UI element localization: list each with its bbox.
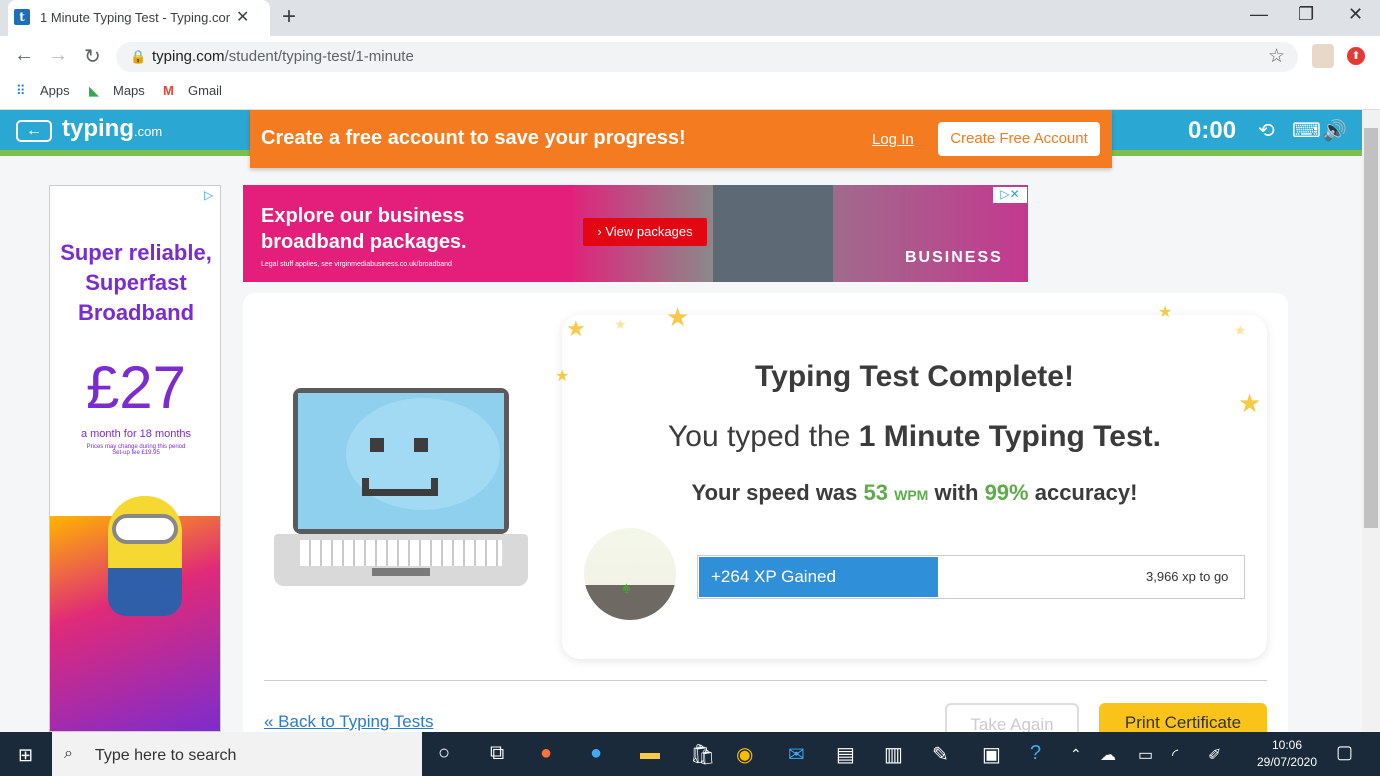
- close-tab-icon[interactable]: ✕: [236, 7, 249, 27]
- maps-icon[interactable]: ◣: [89, 83, 99, 99]
- accuracy-value: 99%: [984, 480, 1029, 505]
- lock-icon[interactable]: 🔒: [130, 49, 146, 65]
- result-title: Typing Test Complete!: [755, 360, 1074, 393]
- pen-icon[interactable]: ✐: [1208, 745, 1221, 765]
- laptop-keyboard: [300, 540, 502, 566]
- chrome-icon[interactable]: ◉: [736, 742, 753, 767]
- wpm-value: 53: [863, 480, 888, 505]
- favicon-icon: t: [14, 9, 30, 25]
- divider: [264, 680, 1267, 681]
- smiley-eye-right: [414, 438, 428, 452]
- wifi-icon[interactable]: ◜: [1172, 745, 1178, 765]
- file-explorer-icon[interactable]: ▬: [640, 742, 660, 765]
- new-tab-button[interactable]: +: [282, 3, 296, 31]
- tab-title[interactable]: 1 Minute Typing Test - Typing.com: [40, 10, 230, 25]
- notifications-icon[interactable]: ▢: [1336, 742, 1353, 763]
- star-icon: ★: [1234, 322, 1247, 338]
- task-view-icon[interactable]: ⧉: [490, 742, 504, 765]
- taskbar-search-placeholder[interactable]: Type here to search: [95, 747, 236, 765]
- extension-icon[interactable]: ⬆: [1347, 47, 1365, 65]
- smiley-eye-left: [370, 438, 384, 452]
- help-icon[interactable]: ?: [1030, 742, 1041, 765]
- gmail-icon[interactable]: M: [163, 83, 174, 98]
- close-window-icon[interactable]: ✕: [1348, 4, 1363, 25]
- url-text[interactable]: typing.com/student/typing-test/1-minute: [152, 48, 414, 65]
- wpm-unit: WPM: [894, 487, 929, 503]
- cortana-icon[interactable]: ○: [438, 742, 450, 765]
- bookmark-maps[interactable]: Maps: [113, 83, 145, 98]
- result-subtitle: You typed the 1 Minute Typing Test.: [668, 420, 1161, 453]
- bookmark-gmail[interactable]: Gmail: [188, 83, 222, 98]
- taskbar-clock[interactable]: 10:06 29/07/2020: [1244, 737, 1330, 771]
- paint-icon[interactable]: ✎: [932, 742, 949, 767]
- battery-icon[interactable]: ▭: [1138, 745, 1153, 765]
- mail-icon[interactable]: ✉: [788, 742, 805, 767]
- take-again-button[interactable]: Take Again: [945, 703, 1079, 732]
- bookmark-star-icon[interactable]: ☆: [1268, 45, 1285, 68]
- firefox-icon[interactable]: ●: [540, 742, 552, 765]
- star-icon: ★: [1158, 304, 1173, 321]
- search-icon: ⌕: [64, 745, 73, 762]
- notepad-icon[interactable]: ▤: [836, 742, 855, 767]
- print-certificate-button[interactable]: Print Certificate: [1099, 703, 1267, 732]
- scrollbar-thumb[interactable]: [1364, 128, 1378, 528]
- remote-icon[interactable]: ▣: [982, 742, 1001, 767]
- back-icon[interactable]: ←: [14, 44, 34, 67]
- smiley-mouth: [362, 478, 438, 496]
- minimize-icon[interactable]: —: [1250, 4, 1268, 25]
- bookmark-apps[interactable]: Apps: [40, 83, 70, 98]
- onedrive-icon[interactable]: ☁: [1100, 745, 1116, 765]
- forward-icon[interactable]: →: [48, 44, 68, 67]
- laptop-trackpad: [372, 568, 430, 576]
- store-icon[interactable]: 🛍: [690, 742, 715, 767]
- xp-gained: +264 XP Gained: [711, 567, 836, 586]
- back-to-tests-link[interactable]: « Back to Typing Tests: [264, 712, 433, 732]
- plant-level-icon: [584, 528, 676, 620]
- maximize-icon[interactable]: ❐: [1298, 4, 1314, 25]
- sprout-icon: ♠: [622, 580, 631, 597]
- star-icon: ★: [666, 302, 690, 332]
- xp-to-go: 3,966 xp to go: [1146, 569, 1229, 584]
- star-icon: ★: [566, 316, 586, 341]
- app-icon[interactable]: ▥: [884, 742, 903, 767]
- apps-grid-icon[interactable]: ⠿: [16, 83, 26, 99]
- chevron-up-icon[interactable]: ⌃: [1070, 746, 1082, 763]
- result-speed: Your speed was 53 WPM with 99% accuracy!: [691, 480, 1138, 505]
- profile-avatar[interactable]: [1312, 44, 1334, 68]
- windows-start-icon[interactable]: ⊞: [18, 745, 33, 766]
- edge-icon[interactable]: ●: [590, 742, 602, 765]
- star-icon: ★: [614, 316, 627, 332]
- reload-icon[interactable]: ↻: [84, 44, 101, 69]
- content-area: ★ ★ ★ ★ ★ ★ ★ Typing Test Complete! You …: [0, 110, 1362, 732]
